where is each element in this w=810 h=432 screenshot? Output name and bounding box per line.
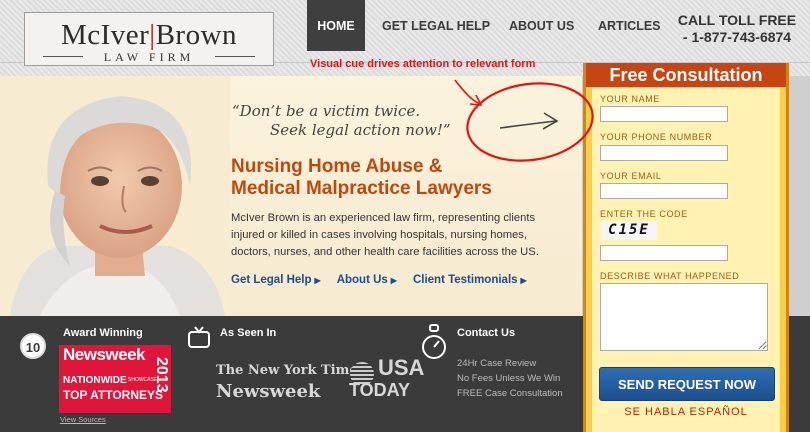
describe-field[interactable] bbox=[600, 283, 768, 351]
nav-about-us[interactable]: ABOUT US bbox=[509, 0, 574, 51]
name-field[interactable] bbox=[600, 106, 728, 122]
hero-description: McIver Brown is an experienced law firm,… bbox=[231, 212, 539, 258]
contact-line: No Fees Unless We Win bbox=[457, 373, 561, 384]
captcha-image: C15E bbox=[601, 221, 657, 240]
logo-name-left: McIver bbox=[60, 19, 150, 51]
phone-label: YOUR PHONE NUMBER bbox=[600, 132, 713, 142]
logo-name: McIver|Brown bbox=[25, 19, 273, 52]
stopwatch-icon bbox=[422, 324, 446, 359]
newsweek-award-nationwide: NATIONWIDE bbox=[63, 375, 127, 386]
hero-quote-line2: Seek legal action now!” bbox=[270, 121, 451, 139]
contact-benefits: 24Hr Case Review No Fees Unless We Win F… bbox=[457, 356, 563, 401]
woman-photo bbox=[0, 76, 230, 316]
logo-name-right: Brown bbox=[155, 19, 238, 51]
nav-get-legal-help[interactable]: GET LEGAL HELP bbox=[382, 0, 490, 51]
hero-links: Get Legal Help ▶ About Us ▶ Client Testimo… bbox=[231, 274, 527, 286]
view-sources-link[interactable]: View Sources bbox=[60, 415, 106, 424]
award-10-badge-icon: 10 bbox=[20, 333, 46, 359]
headline-line1: Nursing Home Abuse & bbox=[231, 156, 443, 177]
link-about-us[interactable]: About Us ▶ bbox=[337, 274, 397, 286]
newsweek-award-wordmark: Newsweek bbox=[63, 345, 146, 364]
se-habla-espanol[interactable]: SE HABLA ESPAÑOL bbox=[592, 406, 780, 418]
call-toll-free[interactable]: CALL TOLL FREE - 1-877-743-6874 bbox=[672, 12, 802, 46]
contact-line: 24Hr Case Review bbox=[457, 358, 537, 369]
logo-rule-right bbox=[215, 56, 255, 57]
hero-quote-line1: “Don’t be a victim twice. bbox=[232, 102, 421, 120]
phone-field[interactable] bbox=[600, 145, 728, 161]
captcha-field[interactable] bbox=[600, 245, 728, 261]
usa-today-logo-line1: USA bbox=[378, 355, 425, 380]
newsweek-award-top: TOP ATTORNEYS bbox=[63, 388, 164, 402]
award-title: Award Winning bbox=[63, 327, 143, 339]
call-label: CALL TOLL FREE bbox=[677, 12, 797, 28]
link-about-us-label: About Us bbox=[336, 274, 388, 286]
link-get-legal-help-label: Get Legal Help bbox=[231, 274, 312, 286]
site-logo[interactable]: McIver|Brown LAW FIRM bbox=[24, 12, 274, 66]
name-label: YOUR NAME bbox=[600, 94, 660, 104]
nav-home[interactable]: HOME bbox=[307, 0, 365, 51]
link-client-testimonials-label: Client Testimonials bbox=[412, 274, 518, 286]
link-client-testimonials[interactable]: Client Testimonials ▶ bbox=[413, 274, 527, 286]
describe-label: DESCRIBE WHAT HAPPENED bbox=[600, 271, 740, 281]
nav-articles[interactable]: ARTICLES bbox=[598, 0, 661, 51]
code-label: ENTER THE CODE bbox=[600, 209, 688, 219]
tv-icon bbox=[188, 326, 210, 348]
hero-headline: Nursing Home Abuse & Medical Malpractice… bbox=[231, 156, 492, 200]
newsweek-award-year: 2013 bbox=[153, 357, 170, 393]
annotation-note: Visual cue drives attention to relevant … bbox=[310, 58, 536, 70]
logo-tagline: LAW FIRM bbox=[103, 50, 195, 64]
contact-us-title: Contact Us bbox=[457, 327, 516, 339]
play-arrow-icon: ▶ bbox=[390, 276, 397, 285]
link-get-legal-help[interactable]: Get Legal Help ▶ bbox=[231, 274, 321, 286]
play-arrow-icon: ▶ bbox=[520, 276, 527, 285]
call-number: - 1-877-743-6874 bbox=[682, 29, 792, 45]
headline-line2: Medical Malpractice Lawyers bbox=[231, 178, 492, 199]
contact-line: FREE Case Consultation bbox=[457, 388, 563, 399]
usa-today-logo-line2: TODAY bbox=[349, 380, 411, 400]
form-title: Free Consultation bbox=[586, 63, 786, 87]
email-field[interactable] bbox=[600, 183, 728, 199]
newsweek-logo: Newsweek bbox=[216, 381, 321, 402]
email-label: YOUR EMAIL bbox=[600, 171, 662, 181]
send-request-button[interactable]: SEND REQUEST NOW bbox=[599, 367, 775, 401]
play-arrow-icon: ▶ bbox=[314, 276, 321, 285]
nyt-logo: The New York Times bbox=[216, 363, 365, 378]
as-seen-in-title: As Seen In bbox=[220, 327, 277, 339]
